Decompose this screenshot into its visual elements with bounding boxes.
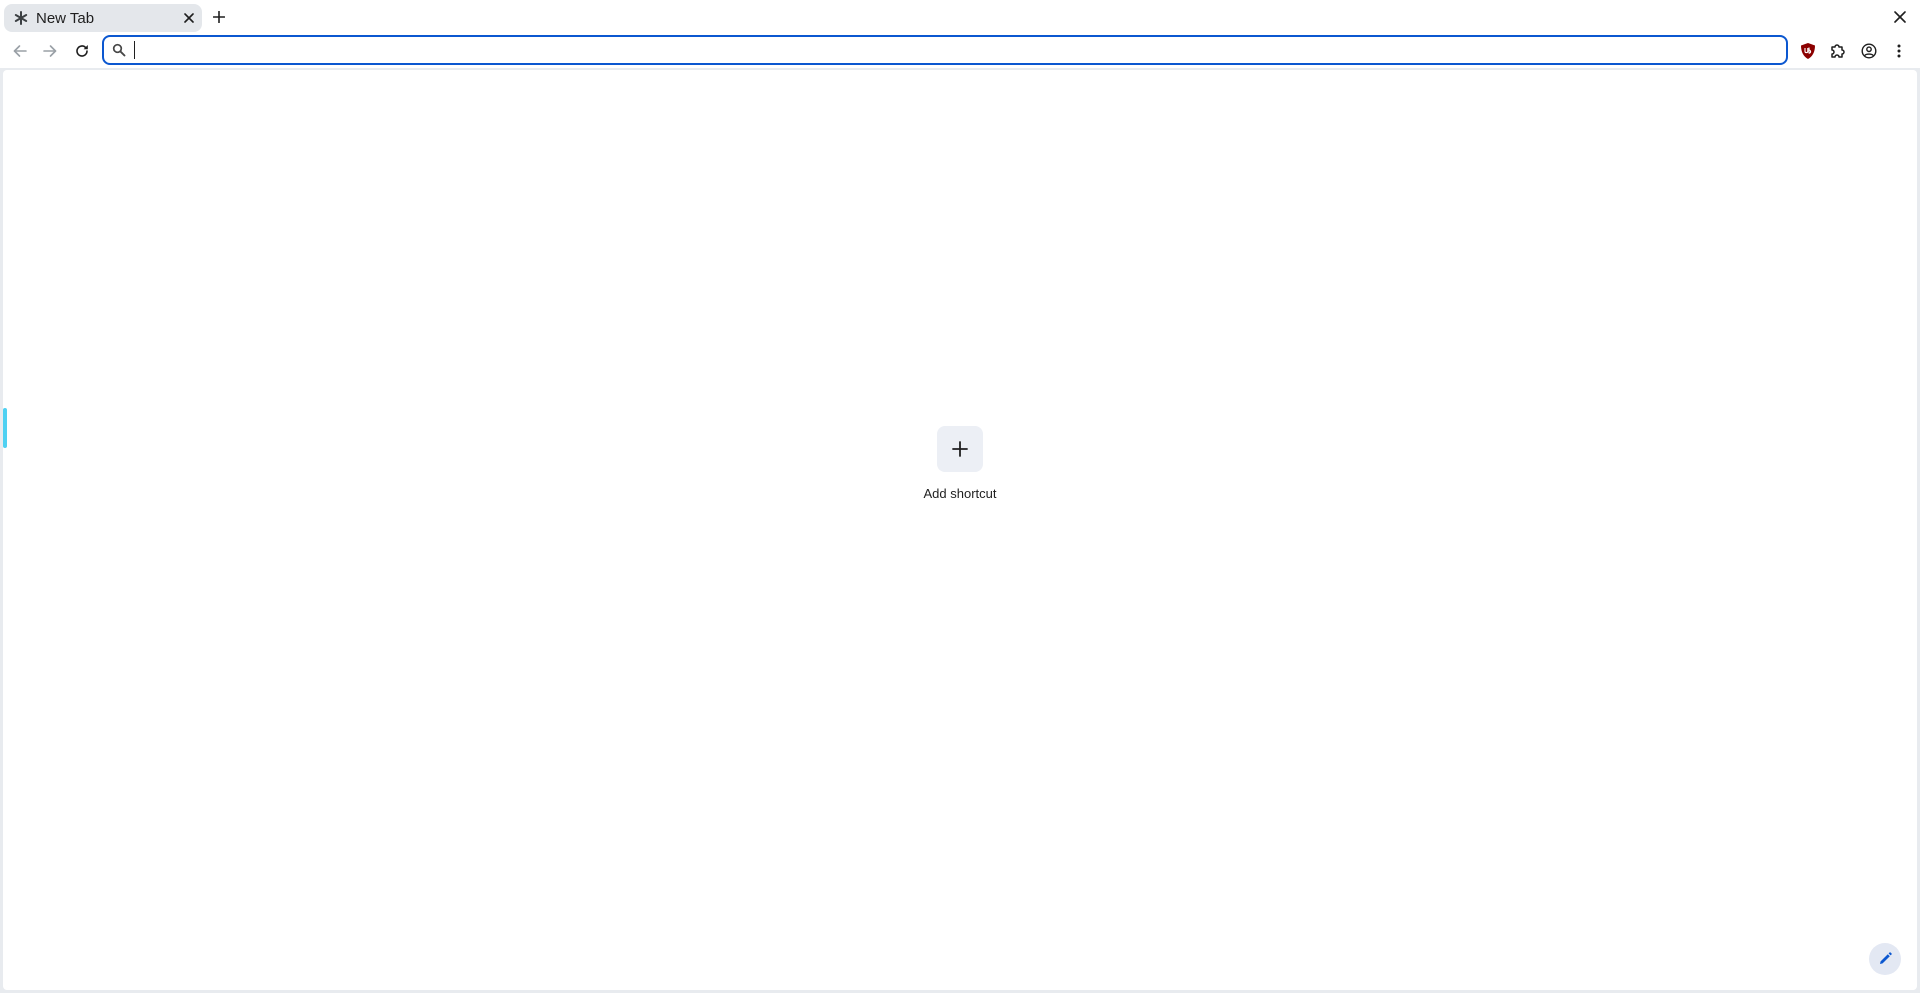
extensions-button[interactable] [1827,40,1849,62]
tab-strip: New Tab [0,0,1920,34]
address-input[interactable] [132,39,1772,61]
tab-close-button[interactable] [181,10,197,26]
plus-icon [952,441,968,457]
menu-kebab-icon [1897,44,1901,58]
arrow-right-icon [43,45,57,57]
add-shortcut-button[interactable]: Add shortcut [900,426,1020,522]
profile-button[interactable] [1858,40,1880,62]
forward-button[interactable] [38,39,62,63]
reload-button[interactable] [70,39,94,63]
back-button[interactable] [8,39,32,63]
browser-toolbar [0,34,1920,68]
asterisk-icon [14,11,28,25]
shortcut-label: Add shortcut [923,486,997,501]
search-icon [112,43,126,57]
side-panel-handle[interactable] [3,408,7,448]
pencil-icon [1880,952,1892,964]
ublock-origin-button[interactable] [1797,40,1819,62]
extensions-puzzle-icon [1831,44,1845,58]
shortcut-tile[interactable] [937,426,983,472]
close-icon [184,13,194,23]
tab-title: New Tab [36,10,95,27]
new-tab-page [3,70,1917,990]
window-close-button[interactable] [1890,7,1910,27]
profile-icon [1861,43,1877,59]
customize-chrome-button[interactable] [1869,943,1901,975]
tab-new-tab[interactable]: New Tab [4,4,202,32]
reload-icon [76,45,88,57]
browser-window: New Tab Add shortcut [0,0,1920,993]
text-caret [134,41,135,59]
plus-icon [213,11,225,23]
ublock-origin-icon [1801,43,1815,59]
close-icon [1894,11,1906,23]
new-tab-button[interactable] [208,6,230,28]
menu-button[interactable] [1888,40,1910,62]
address-bar[interactable] [102,35,1788,65]
arrow-left-icon [13,45,27,57]
